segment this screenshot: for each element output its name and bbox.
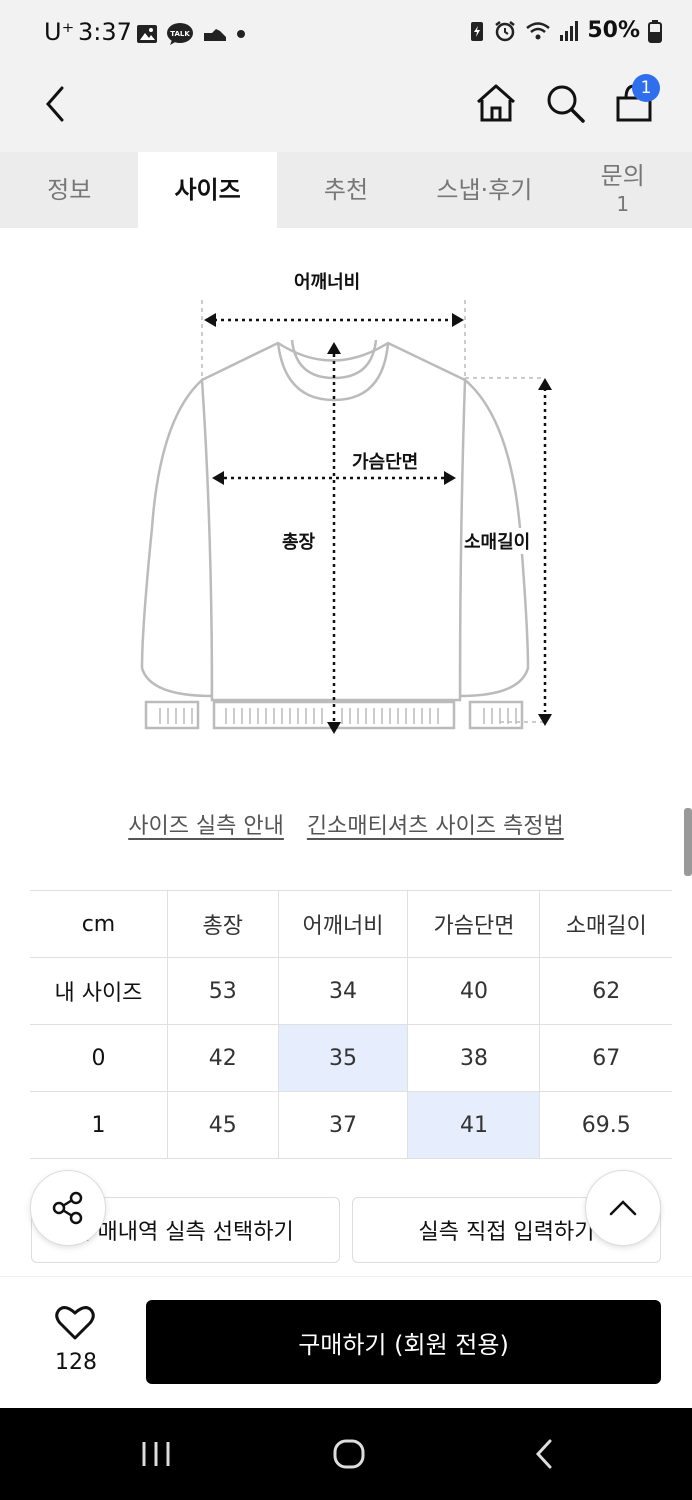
column-header: cm xyxy=(30,890,168,958)
battery-saver-icon xyxy=(471,21,484,41)
recent-apps-icon[interactable] xyxy=(140,1440,172,1468)
table-row[interactable]: 내 사이즈 53 34 40 62 xyxy=(30,957,672,1025)
product-tabs: 정보 사이즈 추천 스냅·후기 문의 1 xyxy=(0,152,692,228)
table-cell-highlighted: 41 xyxy=(407,1091,541,1159)
table-cell: 40 xyxy=(407,957,541,1025)
table-cell: 42 xyxy=(167,1024,279,1092)
buy-button[interactable]: 구매하기 (회원 전용) xyxy=(146,1300,661,1384)
table-cell: 69.5 xyxy=(539,1091,672,1159)
tab-inquiry[interactable]: 문의 1 xyxy=(554,152,692,228)
like-button[interactable] xyxy=(54,1304,98,1344)
button-label: 구매내역 실측 선택하기 xyxy=(77,1220,294,1245)
row-label: 0 xyxy=(30,1024,168,1092)
table-cell: 45 xyxy=(167,1091,279,1159)
scroll-top-button[interactable] xyxy=(585,1170,661,1246)
size-guide-link[interactable]: 사이즈 실측 안내 xyxy=(128,814,284,839)
length-label: 총장 xyxy=(282,532,316,553)
tab-label: 추천 xyxy=(323,176,369,204)
cart-button[interactable]: 1 xyxy=(612,74,662,126)
heart-icon xyxy=(55,1306,95,1340)
tab-info[interactable]: 정보 xyxy=(0,152,138,228)
table-cell: 67 xyxy=(539,1024,672,1092)
shoulder-label: 어깨너비 xyxy=(294,272,361,293)
app-header: 1 xyxy=(0,70,692,152)
sweatshirt-illustration xyxy=(140,300,552,734)
table-cell: 53 xyxy=(167,957,279,1025)
tab-label: 사이즈 xyxy=(174,176,241,204)
home-icon[interactable] xyxy=(474,82,518,124)
like-count: 128 xyxy=(55,1350,97,1375)
table-cell: 37 xyxy=(278,1091,409,1159)
row-label: 1 xyxy=(30,1091,168,1159)
home-nav-icon[interactable] xyxy=(332,1438,366,1470)
system-nav-bar xyxy=(0,1408,692,1500)
row-label: 내 사이즈 xyxy=(30,957,168,1025)
battery-text: 50% xyxy=(587,18,640,43)
svg-text:TALK: TALK xyxy=(170,30,190,38)
status-bar: U⁺ 3:37 TALK 50% xyxy=(0,0,692,70)
tab-inquiry-count: 1 xyxy=(616,192,630,216)
signal-icon xyxy=(560,20,579,41)
tab-label: 정보 xyxy=(47,176,92,204)
search-icon[interactable] xyxy=(544,82,586,124)
wifi-icon xyxy=(526,21,551,39)
table-cell: 38 xyxy=(407,1024,541,1092)
tab-snap-review[interactable]: 스냅·후기 xyxy=(415,152,553,228)
sleeve-label: 소매길이 xyxy=(464,528,531,554)
measure-method-link[interactable]: 긴소매티셔츠 사이즈 측정법 xyxy=(307,814,564,839)
chest-label: 가슴단면 xyxy=(352,452,419,473)
carrier: U⁺ xyxy=(44,18,75,46)
column-header: 총장 xyxy=(167,890,279,958)
column-header: 소매길이 xyxy=(539,890,672,958)
clock: 3:37 xyxy=(78,18,132,46)
share-icon xyxy=(52,1191,83,1225)
tab-label: 문의 xyxy=(600,162,645,190)
scrollbar[interactable] xyxy=(684,808,692,876)
table-cell: 62 xyxy=(539,957,672,1025)
gallery-icon xyxy=(137,25,157,43)
size-links: 사이즈 실측 안내 긴소매티셔츠 사이즈 측정법 xyxy=(0,808,692,840)
buy-button-label: 구매하기 (회원 전용) xyxy=(298,1330,509,1359)
tab-recommend[interactable]: 추천 xyxy=(277,152,415,228)
back-icon[interactable] xyxy=(40,84,72,124)
table-cell-highlighted: 35 xyxy=(278,1024,409,1092)
cart-count-badge: 1 xyxy=(632,74,660,102)
size-table: cm 총장 어깨너비 가슴단면 소매길이 내 사이즈 53 34 40 62 0… xyxy=(30,890,672,1159)
table-cell: 34 xyxy=(278,957,409,1025)
alarm-icon xyxy=(495,20,516,41)
column-header: 가슴단면 xyxy=(407,890,541,958)
tab-size[interactable]: 사이즈 xyxy=(138,152,277,228)
dot-icon xyxy=(237,30,245,38)
table-row[interactable]: 0 42 35 38 67 xyxy=(30,1024,672,1092)
table-row[interactable]: 1 45 37 41 69.5 xyxy=(30,1091,672,1159)
size-diagram: 어깨너비 가슴단면 총장 소매길이 xyxy=(0,228,692,788)
tab-label: 스냅·후기 xyxy=(436,176,533,204)
column-header: 어깨너비 xyxy=(278,890,409,958)
battery-icon xyxy=(648,19,662,43)
shoe-icon xyxy=(204,29,226,41)
button-label: 실측 직접 입력하기 xyxy=(418,1220,595,1245)
chevron-up-icon xyxy=(609,1200,637,1216)
table-header-row: cm 총장 어깨너비 가슴단면 소매길이 xyxy=(30,890,672,958)
kakaotalk-icon: TALK xyxy=(167,23,193,45)
share-button[interactable] xyxy=(30,1170,106,1246)
back-nav-icon[interactable] xyxy=(532,1438,556,1470)
